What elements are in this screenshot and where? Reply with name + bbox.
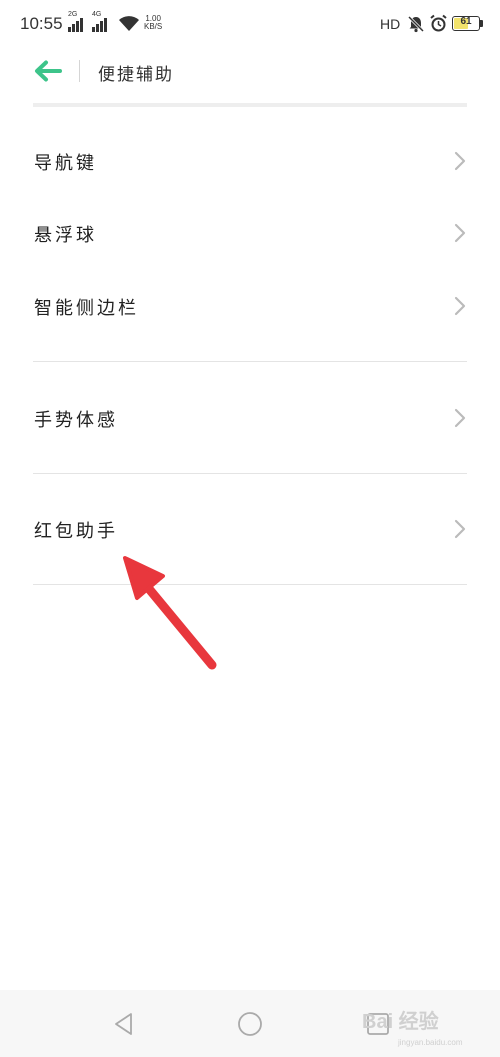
back-button[interactable] (30, 56, 66, 86)
watermark-logo: Bai 经验 (362, 1005, 439, 1034)
page-title: 便捷辅助 (98, 65, 174, 85)
menu-item-red-packet-assistant[interactable]: 红包助手 (0, 499, 500, 559)
battery-tip (480, 20, 483, 27)
menu-item-label: 智能侧边栏 (34, 298, 139, 319)
watermark-text: Bai 经验 (362, 1011, 439, 1033)
section-divider (33, 473, 467, 474)
chevron-right-icon (454, 519, 466, 539)
watermark-url: jingyan.baidu.com (398, 1038, 463, 1047)
menu-item-smart-sidebar[interactable]: 智能侧边栏 (0, 276, 500, 336)
section-divider (33, 584, 467, 585)
chevron-right-icon (454, 408, 466, 428)
hd-label: HD (380, 16, 401, 32)
nav-home-button[interactable] (236, 1010, 264, 1038)
header-divider (33, 103, 467, 107)
mute-bell-icon (407, 15, 425, 33)
battery-level: 61 (460, 16, 472, 27)
menu-item-label: 红包助手 (34, 521, 118, 542)
nav-back-icon (115, 1013, 132, 1035)
net-speed: 1.00 KB/S (144, 15, 162, 31)
arrow-left-icon (35, 60, 62, 82)
menu-item-navigation-keys[interactable]: 导航键 (0, 131, 500, 191)
alarm-icon (430, 14, 447, 32)
red-arrow-annotation (123, 556, 217, 670)
signal-2g-label: 2G (68, 11, 78, 18)
status-bar: 10:55 2G 4G 1.00 KB/S HD 61 (0, 0, 500, 48)
nav-back-button[interactable] (110, 1010, 138, 1038)
battery-icon: 61 (452, 16, 480, 31)
chevron-right-icon (454, 151, 466, 171)
wifi-icon (119, 16, 139, 31)
signal-2g-icon: 2G (68, 11, 86, 32)
signal-4g-label: 4G (92, 11, 102, 18)
section-divider (33, 361, 467, 362)
chevron-right-icon (454, 223, 466, 243)
net-speed-unit: KB/S (144, 22, 163, 31)
menu-item-gestures-motion[interactable]: 手势体感 (0, 388, 500, 448)
menu-item-label: 导航键 (34, 153, 97, 174)
chevron-right-icon (454, 296, 466, 316)
status-time: 10:55 (20, 14, 63, 33)
signal-4g-icon: 4G (92, 11, 110, 32)
menu-item-label: 手势体感 (34, 410, 118, 431)
menu-item-label: 悬浮球 (34, 225, 97, 246)
menu-item-floating-ball[interactable]: 悬浮球 (0, 203, 500, 263)
nav-home-icon (238, 1012, 262, 1036)
header-separator (79, 60, 80, 82)
